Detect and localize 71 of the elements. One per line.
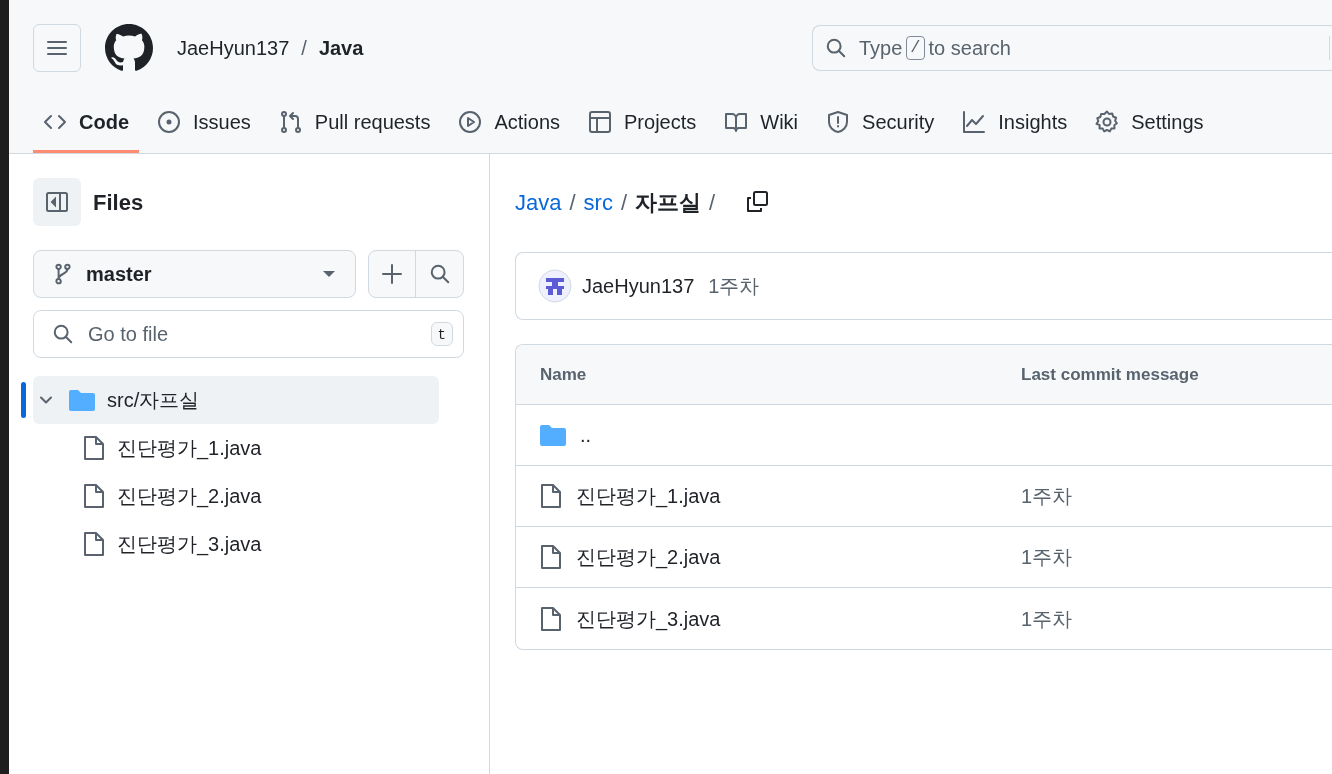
gear-icon xyxy=(1095,110,1120,134)
file-name-link[interactable]: 진단평가_3.java xyxy=(576,603,721,634)
parent-directory-link[interactable]: .. xyxy=(580,420,592,450)
field-placeholder: Go to file xyxy=(88,322,170,347)
repo-link[interactable]: Java xyxy=(318,33,364,63)
column-header: Last commit message xyxy=(1021,363,1199,386)
breadcrumb-separator: / xyxy=(569,188,576,217)
commit-message-link[interactable]: 1주차 xyxy=(1021,603,1073,634)
folder-icon xyxy=(69,389,95,411)
breadcrumb-link[interactable]: src xyxy=(583,185,613,219)
shield-icon xyxy=(826,110,851,134)
branch-dropdown[interactable]: master xyxy=(33,250,356,298)
commit-message-link[interactable]: 1주차 xyxy=(708,271,760,301)
branch-icon xyxy=(54,263,72,285)
octocat-logo-icon[interactable] xyxy=(105,24,153,72)
menu-icon xyxy=(47,40,67,56)
breadcrumb-link[interactable]: Java xyxy=(515,185,562,219)
breadcrumb-separator: / xyxy=(709,188,716,217)
play-circle-icon xyxy=(458,110,483,134)
selection-indicator xyxy=(21,382,26,418)
search-icon xyxy=(52,323,74,345)
nav-tab[interactable]: Security xyxy=(816,94,945,153)
file-icon xyxy=(83,435,105,461)
folder-icon xyxy=(540,424,566,446)
file-icon xyxy=(83,531,105,557)
nav-tab[interactable]: Actions xyxy=(448,94,571,153)
nav-tab[interactable]: Code xyxy=(33,94,139,153)
file-tree-item[interactable]: 진단평가_1.java xyxy=(33,424,439,472)
line-chart-icon xyxy=(962,110,987,134)
plus-icon xyxy=(382,264,402,284)
collapse-sidebar-button[interactable] xyxy=(33,178,81,226)
sidebar-panel-icon xyxy=(45,190,69,214)
file-name-link[interactable]: 진단평가_1.java xyxy=(576,481,721,511)
nav-tab[interactable]: Projects xyxy=(578,94,707,153)
nav-tab[interactable]: Wiki xyxy=(714,94,809,153)
column-header: Name xyxy=(539,363,588,386)
path-separator: / xyxy=(301,36,307,61)
user-avatar-icon xyxy=(538,269,572,303)
search-placeholder: to search xyxy=(928,36,1011,61)
table-icon xyxy=(588,110,613,134)
nav-tab[interactable]: Settings xyxy=(1085,94,1214,153)
search-icon xyxy=(825,37,847,59)
search-placeholder: Type xyxy=(859,36,903,61)
file-icon xyxy=(83,483,105,509)
shortcut-key: t xyxy=(430,322,453,346)
circle-dot-icon xyxy=(157,110,181,134)
go-to-file-field[interactable]: Go to file t xyxy=(33,310,464,358)
breadcrumb-separator: / xyxy=(620,188,628,217)
file-icon xyxy=(540,483,562,509)
file-name-link[interactable]: 진단평가_2.java xyxy=(576,542,721,572)
caret-icon xyxy=(323,270,335,278)
menu-button[interactable] xyxy=(33,24,81,72)
copy-icon xyxy=(745,190,770,214)
file-icon xyxy=(540,544,562,570)
owner-link[interactable]: JaeHyun137 xyxy=(177,33,290,63)
sidebar-title: Files xyxy=(93,188,144,217)
book-icon xyxy=(724,110,749,134)
nav-tab[interactable]: Insights xyxy=(952,94,1078,153)
commit-author-link[interactable]: JaeHyun137 xyxy=(582,271,695,301)
search-icon xyxy=(428,263,451,285)
pull-request-icon xyxy=(278,110,303,134)
breadcrumb-current: 자프실 xyxy=(635,188,702,217)
file-tree-item[interactable]: 진단평가_2.java xyxy=(33,472,439,520)
commit-message-link[interactable]: 1주차 xyxy=(1021,542,1073,572)
shortcut-key: / xyxy=(906,36,925,60)
commit-message-link[interactable]: 1주차 xyxy=(1021,481,1073,511)
nav-tab[interactable]: Issues xyxy=(147,94,261,153)
file-tree-item[interactable]: 진단평가_3.java xyxy=(33,520,439,568)
file-icon xyxy=(540,605,562,632)
nav-tab[interactable]: Pull requests xyxy=(268,94,441,153)
search-field[interactable]: Type / to search xyxy=(812,25,1332,71)
